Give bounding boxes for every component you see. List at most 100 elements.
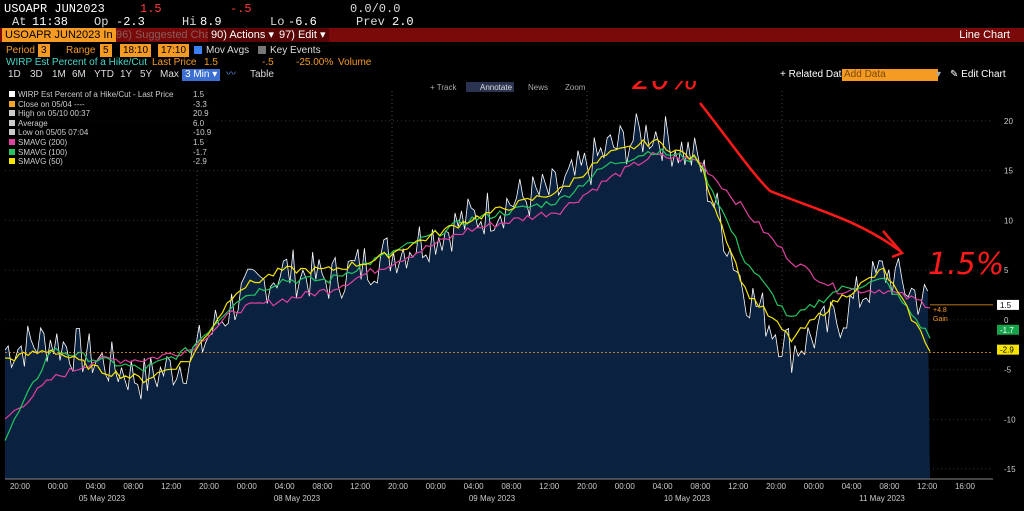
x-tick-label: 20:00 [10,482,31,491]
legend-label: Average [18,118,48,128]
zoom-tool[interactable]: Zoom [565,83,586,92]
legend-entry: Average 6.0 [9,118,204,128]
legend-swatch [9,158,15,165]
right-label-text: 1.5 [1000,301,1012,310]
legend-value: -10.9 [193,128,212,138]
chart-type-label[interactable]: Line Chart [959,28,1010,42]
legend-entry: WIRP Est Percent of a Hike/Cut - Last Pr… [9,90,204,99]
legend-swatch [9,119,15,126]
x-tick-label: 16:00 [955,482,976,491]
op-value: -2.3 [116,15,145,29]
quote-header: USOAPR JUN2023 1.5 -.5 0.0/0.0 At 11:38 … [0,0,1024,30]
range-1y[interactable]: 1Y [120,69,132,81]
legend-label: SMAVG (50) [18,157,63,167]
track-tool[interactable]: + Track [430,83,457,92]
hi-label: Hi [182,15,197,29]
range-3d[interactable]: 3D [30,69,43,81]
x-tick-label: 20:00 [766,482,787,491]
y-tick-label: 15 [1004,167,1013,176]
legend-value: -2.9 [193,157,207,167]
security-field[interactable]: USOAPR JUN2023 In [2,28,116,42]
y-tick-label: 10 [1004,216,1013,225]
range-input[interactable]: 5 [100,44,112,57]
add-data-input[interactable]: Add Data [842,69,938,81]
legend-swatch [9,91,15,97]
x-tick-label: 04:00 [86,482,107,491]
op-label: Op [94,15,109,29]
day-label: 11 May 2023 [859,494,905,503]
time-from-input[interactable]: 18:10 [120,44,152,57]
period-input[interactable]: 3 [38,44,50,57]
legend-label: Close on 05/04 ---- [18,99,85,109]
legend-label: Low on 05/05 07:04 [18,128,89,138]
day-label: 09 May 2023 [469,494,516,503]
interval-select[interactable]: 3 Min ▾ [182,69,221,81]
day-label: 10 May 2023 [664,494,711,503]
ticker[interactable]: USOAPR JUN2023 [4,2,105,16]
prev-label: Prev [356,15,385,29]
legend-label: SMAVG (200) [18,138,68,147]
x-tick-label: 08:00 [312,482,333,491]
legend-swatch [9,100,15,107]
legend-swatch [9,148,15,155]
x-tick-label: 04:00 [653,482,674,491]
study-name: WIRP Est Percent of a Hike/Cut [6,57,147,68]
line-chart-icon[interactable]: 〰 [226,69,236,81]
edit-menu[interactable]: 97) Edit ▾ [276,28,329,42]
day-label: 08 May 2023 [274,494,321,503]
volume-label: Volume [338,57,372,68]
x-tick-label: 04:00 [842,482,863,491]
legend-swatch [9,110,15,117]
study-change: -.5 [262,57,274,68]
right-value-labels: 1.5 -1.7 -2.9 [997,299,1019,355]
right-label-text: -1.7 [1000,326,1014,335]
key-events-label: Key Events [270,45,321,56]
range-ytd[interactable]: YTD [94,69,114,81]
period-label: Period [6,45,35,56]
range-toolbar: 1D 3D 1M 6M YTD 1Y 5Y Max 3 Min ▾ 〰 Tabl… [0,69,1024,81]
right-label-text: -2.9 [1000,346,1014,355]
time-to-input[interactable]: 17:10 [158,44,190,57]
x-tick-label: 12:00 [161,482,182,491]
y-tick-label: -5 [1004,366,1012,375]
edit-chart-button[interactable]: ✎ Edit Chart [950,69,1006,81]
news-tool[interactable]: News [528,83,548,92]
range-5y[interactable]: 5Y [140,69,152,81]
actions-menu[interactable]: 90) Actions ▾ [208,28,277,42]
dropdown-icon[interactable]: ▾ [936,69,941,81]
annotate-tool[interactable]: Annotate [480,83,513,92]
x-tick-label: 00:00 [804,482,825,491]
chart-legend: WIRP Est Percent of a Hike/Cut - Last Pr… [4,86,214,168]
legend-value: 1.5 [193,90,205,99]
related-data-button[interactable]: + Related Data [780,69,847,81]
mov-avgs-label: Mov Avgs [206,45,250,56]
legend-entry: SMAVG (100) -1.7 [9,148,207,157]
legend-swatch [9,129,15,136]
suggested-charts-menu[interactable]: 96) Suggested Charts [116,28,223,42]
legend-value: 6.0 [193,118,205,128]
study-pct-change: -25.00% [296,57,334,68]
x-tick-label: 00:00 [615,482,636,491]
x-tick-label: 08:00 [123,482,144,491]
range-1d[interactable]: 1D [8,69,21,81]
x-tick-label: 20:00 [388,482,409,491]
key-events-checkbox[interactable] [258,46,266,54]
x-tick-label: 00:00 [237,482,258,491]
study-line: WIRP Est Percent of a Hike/Cut Last Pric… [0,57,1024,69]
legend-label: High on 05/10 00:37 [18,109,91,119]
x-tick-label: 08:00 [501,482,522,491]
day-label: 05 May 2023 [79,494,126,503]
lo-label: Lo [270,15,285,29]
table-button[interactable]: Table [250,69,274,81]
legend-value: -1.7 [193,147,207,157]
range-6m[interactable]: 6M [72,69,86,81]
range-max[interactable]: Max [160,69,179,81]
y-tick-label: 0 [1004,316,1009,325]
x-tick-label: 04:00 [464,482,485,491]
legend-label: WIRP Est Percent of a Hike/Cut - Last Pr… [18,90,174,99]
legend-entry: SMAVG (200) 1.5 [9,138,204,147]
legend-entry: High on 05/10 00:37 20.9 [9,109,209,119]
range-1m[interactable]: 1M [52,69,66,81]
mov-avgs-checkbox[interactable] [194,46,202,54]
gain-label: Gain [933,316,948,323]
